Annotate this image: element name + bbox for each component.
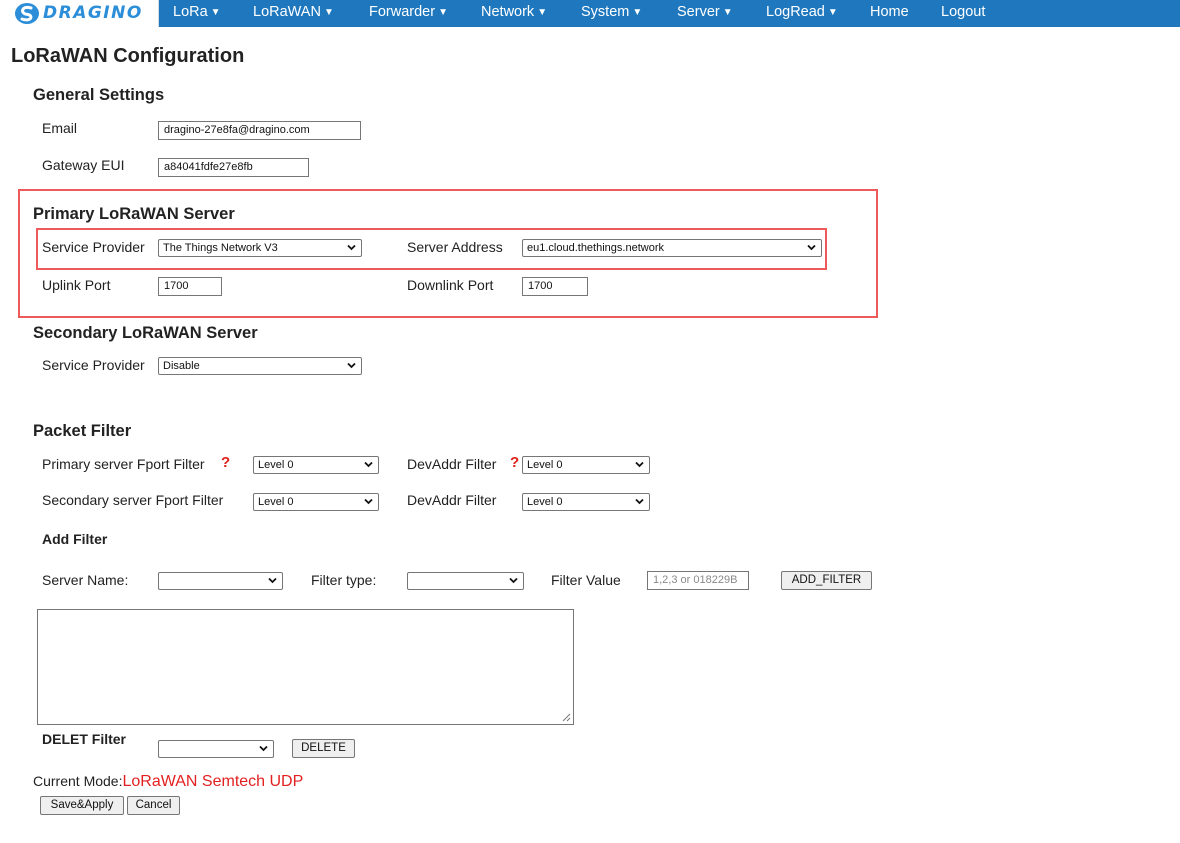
delete-filter-title: DELET Filter xyxy=(42,731,127,747)
select-value: Level 0 xyxy=(258,496,294,508)
help-question-icon[interactable]: ? xyxy=(510,454,519,471)
secondary-provider-select[interactable]: Disable xyxy=(158,357,362,375)
secondary-provider-label: Service Provider xyxy=(42,357,145,373)
chevron-down-icon xyxy=(364,461,373,468)
chevron-down-icon xyxy=(259,745,268,752)
nav-system[interactable]: System ▼ xyxy=(581,0,642,27)
nav-network[interactable]: Network ▼ xyxy=(481,0,547,27)
current-mode-line: Current Mode:LoRaWAN Semtech UDP xyxy=(33,773,303,791)
chevron-down-icon xyxy=(509,577,518,584)
server-name-select[interactable] xyxy=(158,572,283,590)
email-label: Email xyxy=(42,120,78,136)
dropdown-caret-icon: ▼ xyxy=(722,7,733,18)
select-value: eu1.cloud.thethings.network xyxy=(527,242,664,254)
nav-server[interactable]: Server ▼ xyxy=(677,0,733,27)
primary-fport-select[interactable]: Level 0 xyxy=(253,456,379,474)
packet-filter-title: Packet Filter xyxy=(33,422,132,440)
chevron-down-icon xyxy=(268,577,277,584)
nav-label: LogRead xyxy=(766,4,825,20)
nav-label: Server xyxy=(677,4,720,20)
help-question-icon[interactable]: ? xyxy=(221,454,230,471)
current-mode-value: LoRaWAN Semtech UDP xyxy=(122,773,304,790)
primary-provider-label: Service Provider xyxy=(42,239,145,255)
downlink-port-field[interactable]: 1700 xyxy=(522,277,588,296)
select-value: Disable xyxy=(163,360,200,372)
save-apply-button[interactable]: Save&Apply xyxy=(40,796,124,815)
dropdown-caret-icon: ▼ xyxy=(827,7,838,18)
primary-fport-label: Primary server Fport Filter xyxy=(42,456,205,472)
dragino-logo[interactable]: DRAGINO xyxy=(0,0,159,27)
select-value: Level 0 xyxy=(258,459,294,471)
gateway-eui-field[interactable]: a84041fdfe27e8fb xyxy=(158,158,309,177)
nav-lorawan[interactable]: LoRaWAN ▼ xyxy=(253,0,334,27)
downlink-port-label: Downlink Port xyxy=(407,277,494,293)
nav-label: Home xyxy=(870,4,909,20)
gateway-eui-label: Gateway EUI xyxy=(42,157,125,173)
nav-logread[interactable]: LogRead ▼ xyxy=(766,0,838,27)
chevron-down-icon xyxy=(347,244,356,251)
add-filter-button[interactable]: ADD_FILTER xyxy=(781,571,872,590)
nav-label: Logout xyxy=(941,4,986,20)
add-filter-title: Add Filter xyxy=(42,531,108,547)
dropdown-caret-icon: ▼ xyxy=(438,7,448,18)
dragino-logo-icon xyxy=(15,3,39,24)
nav-label: LoRa xyxy=(173,4,208,20)
dropdown-caret-icon: ▼ xyxy=(537,7,548,18)
dropdown-caret-icon: ▼ xyxy=(210,7,221,18)
delete-button[interactable]: DELETE xyxy=(292,739,355,758)
select-value: The Things Network V3 xyxy=(163,242,278,254)
nav-label: LoRaWAN xyxy=(253,4,321,20)
select-value: Level 0 xyxy=(527,496,563,508)
page-title: LoRaWAN Configuration xyxy=(11,45,245,67)
top-nav-bar: DRAGINO LoRa ▼ LoRaWAN ▼ Forwarder ▼ Networ… xyxy=(0,0,1180,27)
nav-lora[interactable]: LoRa ▼ xyxy=(173,0,221,27)
filter-type-label: Filter type: xyxy=(311,572,377,588)
general-settings-title: General Settings xyxy=(33,86,165,104)
primary-devaddr-select[interactable]: Level 0 xyxy=(522,456,650,474)
secondary-fport-label: Secondary server Fport Filter xyxy=(42,492,224,508)
filter-type-select[interactable] xyxy=(407,572,524,590)
server-name-label: Server Name: xyxy=(42,572,129,588)
delete-filter-select[interactable] xyxy=(158,740,274,758)
dropdown-caret-icon: ▼ xyxy=(632,7,643,18)
secondary-server-title: Secondary LoRaWAN Server xyxy=(33,324,258,342)
chevron-down-icon xyxy=(364,498,373,505)
nav-forwarder[interactable]: Forwarder ▼ xyxy=(369,0,448,27)
server-address-select[interactable]: eu1.cloud.thethings.network xyxy=(522,239,822,257)
nav-label: Network xyxy=(481,4,535,20)
nav-label: System xyxy=(581,4,630,20)
chevron-down-icon xyxy=(635,498,644,505)
chevron-down-icon xyxy=(807,244,816,251)
primary-provider-select[interactable]: The Things Network V3 xyxy=(158,239,362,257)
chevron-down-icon xyxy=(635,461,644,468)
email-field[interactable]: dragino-27e8fa@dragino.com xyxy=(158,121,361,140)
secondary-devaddr-select[interactable]: Level 0 xyxy=(522,493,650,511)
server-address-label: Server Address xyxy=(407,239,503,255)
uplink-port-label: Uplink Port xyxy=(42,277,111,293)
uplink-port-field[interactable]: 1700 xyxy=(158,277,222,296)
nav-home[interactable]: Home xyxy=(870,0,909,27)
secondary-devaddr-label: DevAddr Filter xyxy=(407,492,497,508)
current-mode-label: Current Mode: xyxy=(33,773,123,789)
dropdown-caret-icon: ▼ xyxy=(323,7,334,18)
nav-label: Forwarder xyxy=(369,4,436,20)
nav-logout[interactable]: Logout xyxy=(941,0,985,27)
primary-server-title: Primary LoRaWAN Server xyxy=(33,205,235,223)
filter-list-textarea[interactable] xyxy=(37,609,574,725)
select-value: Level 0 xyxy=(527,459,563,471)
secondary-fport-select[interactable]: Level 0 xyxy=(253,493,379,511)
filter-value-label: Filter Value xyxy=(551,572,621,588)
cancel-button[interactable]: Cancel xyxy=(127,796,180,815)
chevron-down-icon xyxy=(347,362,356,369)
resize-grip-icon[interactable] xyxy=(562,713,571,722)
filter-value-input[interactable]: 1,2,3 or 018229B xyxy=(647,571,749,590)
logo-text: DRAGINO xyxy=(43,3,143,23)
primary-devaddr-label: DevAddr Filter xyxy=(407,456,497,472)
